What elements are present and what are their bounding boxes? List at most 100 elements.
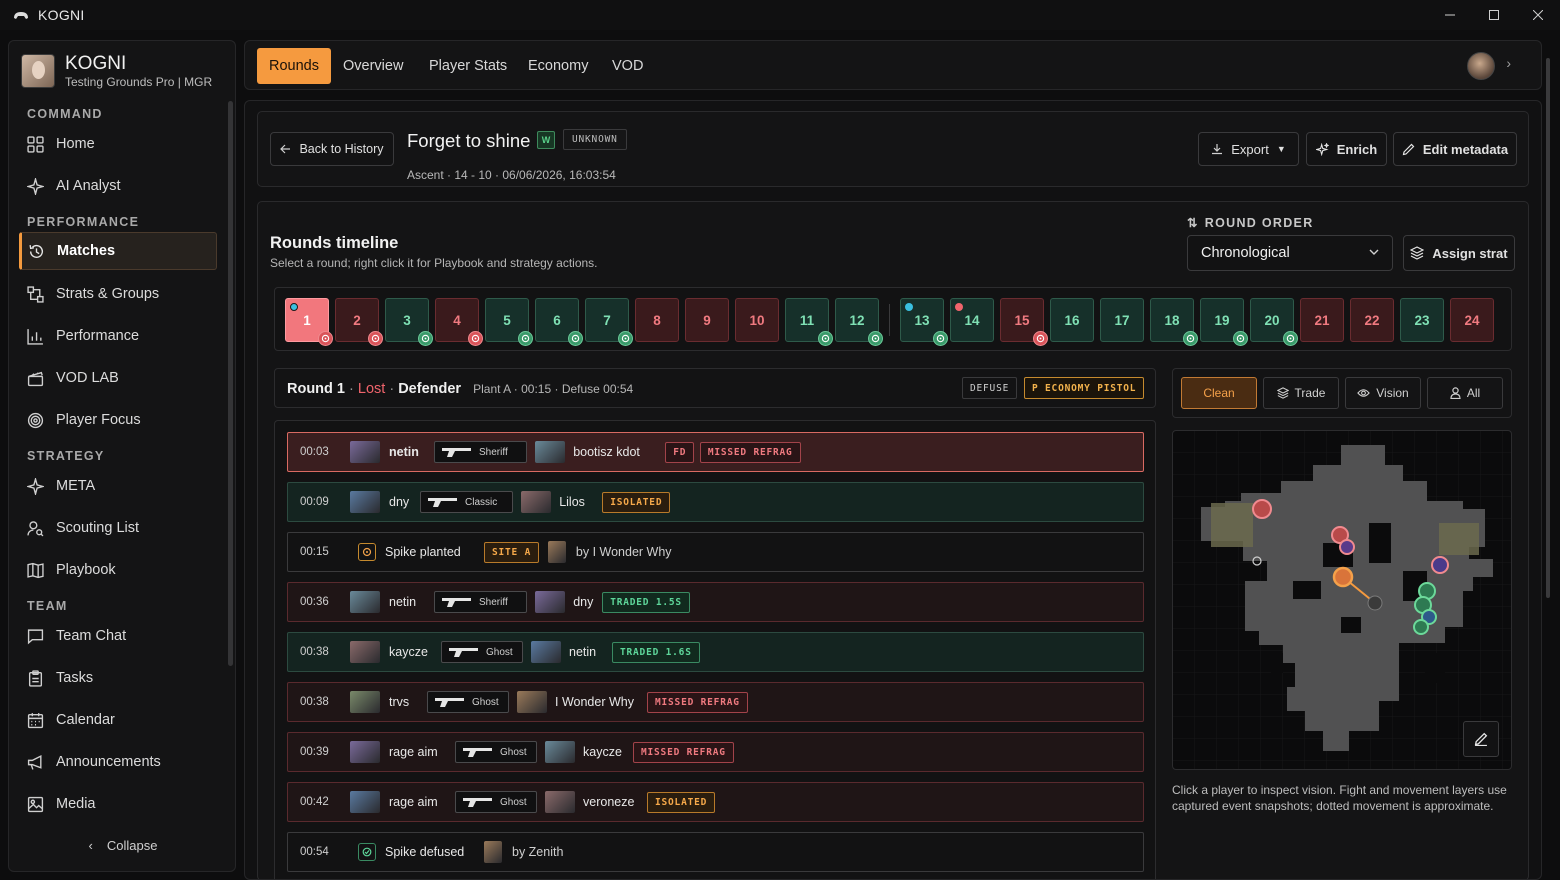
round-button-17[interactable]: 17 <box>1100 298 1144 342</box>
window-title: KOGNI <box>38 7 85 23</box>
round-button-24[interactable]: 24 <box>1450 298 1494 342</box>
round-button-2[interactable]: 2 <box>335 298 383 346</box>
collapse-button[interactable]: ‹ Collapse <box>9 838 235 853</box>
sidebar-item-label: AI Analyst <box>56 178 121 194</box>
round-number: 5 <box>503 312 511 328</box>
edit-metadata-button[interactable]: Edit metadata <box>1393 132 1517 166</box>
maximize-button[interactable] <box>1472 0 1516 30</box>
enrich-button[interactable]: Enrich <box>1306 132 1387 166</box>
player-marker-enemy[interactable] <box>1339 539 1355 555</box>
round-button-8[interactable]: 8 <box>635 298 679 342</box>
nav-section-command: COMMAND <box>27 107 103 121</box>
tab-economy[interactable]: Economy <box>528 48 588 84</box>
killer-name: rage aim <box>389 795 438 809</box>
round-button-10[interactable]: 10 <box>735 298 779 342</box>
event-kill[interactable]: 00:38 trvs Ghost I Wonder Why MISSED REFRAG <box>287 682 1144 722</box>
round-button-4[interactable]: 4 <box>435 298 483 346</box>
sidebar-item-matches[interactable]: Matches <box>19 232 217 270</box>
sidebar-item-label: Media <box>56 796 96 812</box>
sidebar-item-media[interactable]: Media <box>19 785 217 823</box>
round-button-18[interactable]: 18 <box>1150 298 1198 346</box>
event-kill[interactable]: 00:09 dny Classic Lilos ISOLATED <box>287 482 1144 522</box>
round-button-15[interactable]: 15 <box>1000 298 1048 346</box>
weapon-badge: Ghost <box>441 641 523 663</box>
event-spike-defused[interactable]: 00:54 Spike defused by Zenith <box>287 832 1144 872</box>
minimap[interactable] <box>1172 430 1512 770</box>
filter-label: Clean <box>1203 386 1235 400</box>
gun-icon <box>435 698 464 707</box>
player-marker-ally[interactable] <box>1413 619 1429 635</box>
sidebar-item-home[interactable]: Home <box>19 125 217 163</box>
sidebar-item-scouting-list[interactable]: Scouting List <box>19 509 217 547</box>
player-marker-enemy[interactable] <box>1431 556 1449 574</box>
round-order-select[interactable]: Chronological <box>1187 235 1393 271</box>
round-button-9[interactable]: 9 <box>685 298 729 342</box>
round-button-21[interactable]: 21 <box>1300 298 1344 342</box>
sidebar-item-strats-groups[interactable]: Strats & Groups <box>19 275 217 313</box>
sidebar-item-label: Home <box>56 136 95 152</box>
round-button-3[interactable]: 3 <box>385 298 433 346</box>
killer-avatar <box>350 641 380 663</box>
back-to-history-button[interactable]: Back to History <box>270 132 394 166</box>
close-button[interactable] <box>1516 0 1560 30</box>
player-marker-enemy[interactable] <box>1252 499 1272 519</box>
round-button-20[interactable]: 20 <box>1250 298 1298 346</box>
round-marker-dot <box>905 303 913 311</box>
event-kill[interactable]: 00:36 netin Sheriff dny TRADED 1.5S <box>287 582 1144 622</box>
round-button-19[interactable]: 19 <box>1200 298 1248 346</box>
sidebar-item-playbook[interactable]: Playbook <box>19 551 217 589</box>
sidebar-item-announcements[interactable]: Announcements <box>19 743 217 781</box>
sidebar-item-performance[interactable]: Performance <box>19 317 217 355</box>
sidebar-item-calendar[interactable]: Calendar <box>19 701 217 739</box>
profile[interactable]: KOGNI Testing Grounds Pro | MGR <box>21 51 231 91</box>
filter-trade-button[interactable]: Trade <box>1263 377 1339 409</box>
sidebar-scrollbar[interactable] <box>228 101 233 666</box>
page-scrollbar-thumb[interactable] <box>1546 58 1550 598</box>
player-marker-selected[interactable] <box>1332 566 1354 588</box>
event-tag: FD <box>665 441 695 463</box>
assign-strat-label: Assign strat <box>1432 245 1508 261</box>
event-kill[interactable]: 00:38 kaycze Ghost netin TRADED 1.6S <box>287 632 1144 672</box>
round-button-5[interactable]: 5 <box>485 298 533 346</box>
sidebar-item-tasks[interactable]: Tasks <box>19 659 217 697</box>
round-button-13[interactable]: 13 <box>900 298 948 346</box>
victim-name: netin <box>569 645 597 659</box>
filter-clean-button[interactable]: Clean <box>1181 377 1257 409</box>
round-button-16[interactable]: 16 <box>1050 298 1094 342</box>
sidebar-item-team-chat[interactable]: Team Chat <box>19 617 217 655</box>
assign-strat-button[interactable]: Assign strat <box>1403 235 1515 271</box>
round-button-22[interactable]: 22 <box>1350 298 1394 342</box>
round-button-12[interactable]: 12 <box>835 298 883 346</box>
round-button-23[interactable]: 23 <box>1400 298 1444 342</box>
sidebar-item-player-focus[interactable]: Player Focus <box>19 401 217 439</box>
event-time: 00:38 <box>300 646 329 658</box>
event-spike-planted[interactable]: 00:15 Spike planted SITE A by I Wonder Why <box>287 532 1144 572</box>
map-edit-button[interactable] <box>1463 721 1499 757</box>
round-button-6[interactable]: 6 <box>535 298 583 346</box>
minimize-button[interactable] <box>1428 0 1472 30</box>
event-kill[interactable]: 00:39 rage aim Ghost kaycze MISSED REFRAG <box>287 732 1144 772</box>
round-button-7[interactable]: 7 <box>585 298 633 346</box>
strats-icon <box>27 285 44 303</box>
chevron-right-icon[interactable]: › <box>1506 55 1511 71</box>
tab-overview[interactable]: Overview <box>343 48 403 84</box>
filter-all-button[interactable]: All <box>1427 377 1503 409</box>
tab-player-stats[interactable]: Player Stats <box>429 48 507 84</box>
round-button-14[interactable]: 14 <box>950 298 994 342</box>
sidebar-item-label: Playbook <box>56 562 116 578</box>
round-button-1[interactable]: 1 <box>285 298 333 346</box>
sidebar-item-label: Strats & Groups <box>56 286 160 302</box>
filter-vision-button[interactable]: Vision <box>1345 377 1421 409</box>
round-number: 9 <box>703 312 711 328</box>
user-avatar[interactable] <box>1467 52 1495 80</box>
event-kill[interactable]: 00:42 rage aim Ghost veroneze ISOLATED <box>287 782 1144 822</box>
tab-rounds[interactable]: Rounds <box>257 48 331 84</box>
tab-vod[interactable]: VOD <box>612 48 643 84</box>
export-button[interactable]: Export ▼ <box>1198 132 1299 166</box>
event-kill[interactable]: 00:03 netin Sheriff bootisz kdot FD MISSED RE… <box>287 432 1144 472</box>
round-button-11[interactable]: 11 <box>785 298 833 346</box>
page-scrollbar[interactable] <box>1546 40 1550 870</box>
sidebar-item-vod-lab[interactable]: VOD LAB <box>19 359 217 397</box>
sidebar-item-ai-analyst[interactable]: AI Analyst <box>19 167 217 205</box>
sidebar-item-meta[interactable]: META <box>19 467 217 505</box>
